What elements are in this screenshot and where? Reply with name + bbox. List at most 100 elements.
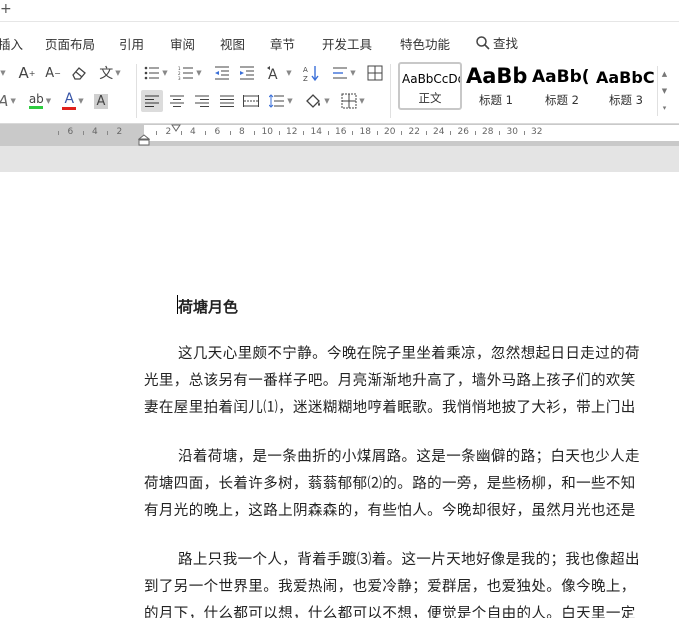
ruler-number: 28 — [482, 127, 494, 137]
chevron-down-icon: ▼ — [359, 97, 365, 105]
font-color-button[interactable]: A ▼ — [58, 90, 88, 112]
ruler-number: 26 — [457, 127, 469, 137]
tab-special-features[interactable]: 特色功能 — [400, 34, 450, 53]
ruler-number: 14 — [310, 127, 322, 137]
hanging-indent-marker[interactable] — [138, 134, 150, 146]
paragraph-line[interactable]: 到了另一个世界里。我爱热闹，也爱冷静；爱群居，也爱独处。像今晚上， — [144, 575, 636, 596]
ruler-tick — [58, 131, 60, 135]
paragraph-line[interactable]: 这几天心里颇不宁静。今晚在院子里坐着乘凉，忽然想起日日走过的荷 — [178, 342, 640, 363]
style-sample: AaBbCcDd — [402, 72, 460, 86]
first-line-indent-marker[interactable] — [171, 124, 181, 132]
align-left-button[interactable] — [141, 90, 163, 112]
tab-developer-tools[interactable]: 开发工具 — [322, 34, 372, 53]
align-center-icon — [170, 95, 184, 107]
pinyin-icon: 文 — [99, 66, 114, 82]
search-icon — [476, 35, 490, 50]
ruler-number: 6 — [67, 127, 74, 137]
line-spacing-button[interactable]: ▼ — [330, 62, 358, 84]
ruler-number: 16 — [335, 127, 347, 137]
shrink-font-button[interactable]: A − — [42, 62, 64, 84]
svg-text:Z: Z — [303, 75, 308, 82]
ruler-number: 18 — [359, 127, 371, 137]
char-shading-icon: A — [93, 93, 109, 109]
decrease-indent-icon — [215, 66, 229, 80]
page-gap — [0, 146, 679, 172]
paragraph-spacing-icon — [269, 94, 285, 108]
tab-chapter[interactable]: 章节 — [270, 34, 295, 53]
font-color-swatch — [62, 107, 77, 110]
text-effect-button[interactable]: A▼ — [0, 90, 18, 112]
style-heading-3[interactable]: AaBbC 标题 3 — [594, 62, 658, 110]
ruler-number: 30 — [506, 127, 518, 137]
chevron-down-icon: ▼ — [115, 69, 121, 77]
paragraph-spacing-button[interactable]: ▼ — [266, 90, 296, 112]
style-sample: AaBb( — [532, 67, 590, 87]
style-sample: AaBbC — [596, 68, 655, 87]
ruler-number: 6 — [214, 127, 221, 137]
paragraph-line[interactable]: 荷塘四面，长着许多树，蓊蓊郁郁⑵的。路的一旁，是些杨柳，和一些不知 — [144, 472, 636, 493]
tab-references[interactable]: 引用 — [119, 34, 144, 53]
justify-icon — [220, 95, 234, 107]
tab-page-layout[interactable]: 页面布局 — [45, 34, 95, 53]
ruler-number: 20 — [384, 127, 396, 137]
grow-font-button[interactable]: A + — [16, 62, 38, 84]
chevron-down-icon: ▼ — [196, 69, 202, 77]
decrease-indent-button[interactable] — [212, 62, 232, 84]
tab-insert[interactable]: 插入 — [0, 34, 23, 53]
paragraph-line[interactable]: 光里，总该另有一番样子吧。月亮渐渐地升高了，墙外马路上孩子们的欢笑 — [144, 369, 636, 390]
border-button[interactable]: ▼ — [338, 90, 368, 112]
styles-scroll[interactable]: ▲ ▼ ▾ — [657, 66, 671, 116]
tab-review[interactable]: 审阅 — [170, 34, 195, 53]
search-button[interactable]: 查找 — [475, 33, 518, 52]
paragraph-line[interactable]: 沿着荷塘，是一条曲折的小煤屑路。这是一条幽僻的路；白天也少人走 — [178, 445, 640, 466]
ruler-tick — [205, 131, 207, 135]
style-normal[interactable]: AaBbCcDd 正文 — [398, 62, 462, 110]
style-heading-1[interactable]: AaBb 标题 1 — [464, 62, 528, 110]
paragraph-line[interactable]: 的月下，什么都可以想，什么都可以不想，便觉是个自由的人。白天里一定 — [144, 602, 636, 618]
borders-button[interactable] — [364, 62, 386, 84]
chevron-up-icon[interactable]: ▲ — [662, 70, 667, 78]
paragraph-line[interactable]: 有月光的晚上，这路上阴森森的，有些怕人。今晚却很好，虽然月光也还是 — [144, 499, 636, 520]
font-color-icon: A — [64, 91, 75, 107]
font-size-dropdown[interactable]: ▼ — [0, 62, 8, 84]
chevron-down-icon[interactable]: ▼ — [662, 87, 667, 95]
border-icon — [341, 93, 357, 109]
horizontal-ruler[interactable]: 6 4 2 2 4 6 8 10 12 14 16 18 20 22 24 26 28 30 32 — [0, 124, 679, 146]
highlight-button[interactable]: ab ▼ — [24, 90, 56, 112]
style-sample: AaBb — [466, 64, 528, 88]
ruler-number: 10 — [261, 127, 273, 137]
search-label: 查找 — [493, 36, 519, 51]
text-direction-icon: A — [267, 66, 278, 81]
table-grid-icon — [367, 65, 383, 81]
ruler-tick — [278, 131, 280, 135]
sort-button[interactable]: AZ — [300, 62, 322, 84]
paragraph-line[interactable]: 妻在屋里拍着闰儿⑴，迷迷糊糊地哼着眠歌。我悄悄地披了大衫，带上门出 — [144, 396, 636, 417]
style-heading-2[interactable]: AaBb( 标题 2 — [530, 62, 594, 110]
new-tab-icon[interactable]: + — [0, 1, 12, 17]
char-shading-button[interactable]: A — [91, 90, 111, 112]
document-page[interactable]: 荷塘月色 这几天心里颇不宁静。今晚在院子里坐着乘凉，忽然想起日日走过的荷 光里，… — [0, 172, 679, 618]
align-right-button[interactable] — [191, 90, 213, 112]
document-title[interactable]: 荷塘月色 — [178, 296, 238, 317]
numbered-list-button[interactable]: 1 2 3 ▼ — [175, 62, 205, 84]
shading-button[interactable]: ▼ — [302, 90, 332, 112]
ruler-tick — [474, 131, 476, 135]
align-center-button[interactable] — [166, 90, 188, 112]
highlight-icon: ab — [28, 92, 44, 106]
paragraph-line[interactable]: 路上只我一个人，背着手踱⑶着。这一片天地好像是我的；我也像超出 — [178, 548, 640, 569]
more-styles-icon[interactable]: ▾ — [663, 104, 667, 112]
clear-format-button[interactable] — [68, 62, 90, 84]
distribute-icon — [243, 95, 259, 107]
increase-indent-button[interactable] — [237, 62, 257, 84]
distribute-button[interactable] — [240, 90, 262, 112]
ruler-tick — [450, 131, 452, 135]
justify-button[interactable] — [216, 90, 238, 112]
pinyin-button[interactable]: 文 ▼ — [94, 62, 126, 84]
tab-view[interactable]: 视图 — [220, 34, 245, 53]
text-direction-button[interactable]: A ▼ — [264, 62, 294, 84]
highlight-color-swatch — [29, 106, 44, 109]
bullet-list-button[interactable]: ▼ — [141, 62, 171, 84]
ruler-number: 32 — [531, 127, 543, 137]
chevron-down-icon: ▼ — [10, 97, 16, 105]
paint-bucket-icon — [306, 94, 321, 108]
